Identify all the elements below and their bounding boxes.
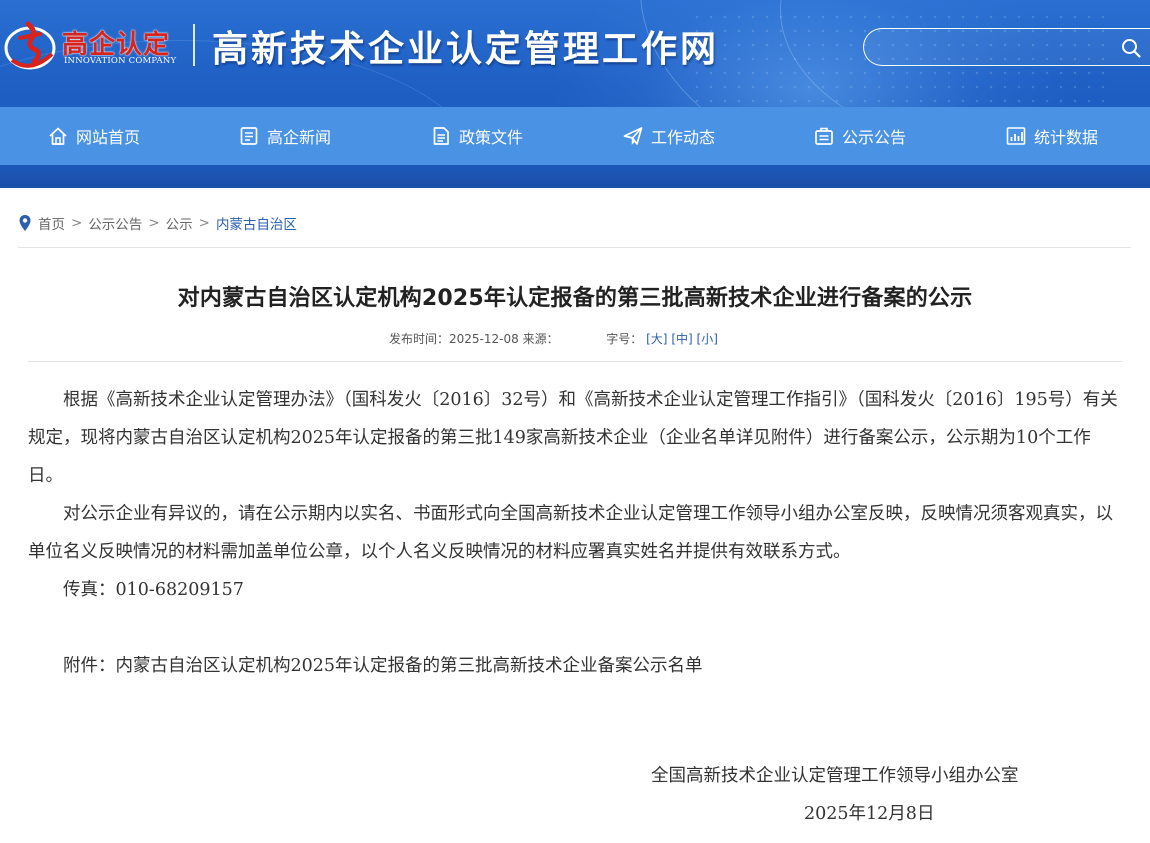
- font-size-label: 字号：: [606, 332, 643, 346]
- search-input[interactable]: [878, 35, 1108, 59]
- breadcrumb-link-notices[interactable]: 公示公告: [88, 213, 142, 233]
- article-title: 对内蒙古自治区认定机构2025年认定报备的第三批高新技术企业进行备案的公示: [177, 286, 973, 311]
- nav-item-home[interactable]: 网站首页: [47, 107, 140, 165]
- main-nav: 网站首页 高企新闻 政策文件 工作动态 公示公告 统计数据: [0, 107, 1150, 165]
- nav-item-label: 政策文件: [459, 128, 524, 147]
- news-icon: [240, 127, 258, 145]
- header-bottom-band: [0, 165, 1150, 188]
- logo-mark-icon: [4, 21, 56, 70]
- document-icon: [433, 127, 449, 145]
- nav-item-label: 高企新闻: [267, 128, 332, 147]
- breadcrumb-separator: >: [71, 215, 83, 231]
- article-body: 根据《高新技术企业认定管理办法》（国科发火〔2016〕32号）和《高新技术企业认…: [28, 381, 1122, 685]
- article-meta: 发布时间：2025-12-08 来源： 字号： [大] [中] [小]: [389, 330, 718, 347]
- divider: [18, 247, 1131, 248]
- logo-divider: [193, 24, 195, 66]
- breadcrumb-current[interactable]: 内蒙古自治区: [216, 213, 297, 233]
- breadcrumb-link-home[interactable]: 首页: [38, 213, 65, 233]
- divider: [28, 361, 1122, 362]
- fax-line: 传真：010-68209157: [63, 580, 244, 600]
- breadcrumb-link-publicity[interactable]: 公示: [166, 213, 193, 233]
- site-header: 高企认定 INNOVATION COMPANY 高新技术企业认定管理工作网 网站…: [0, 0, 1150, 188]
- paper-plane-icon: [623, 127, 643, 145]
- nav-item-work-updates[interactable]: 工作动态: [622, 107, 715, 165]
- nav-item-notices[interactable]: 公示公告: [813, 107, 906, 165]
- logo-english-text: INNOVATION COMPANY: [64, 56, 177, 66]
- sign-date: 2025年12月8日: [804, 804, 935, 824]
- breadcrumb: 首页 > 公示公告 > 公示 > 内蒙古自治区: [18, 212, 297, 234]
- article-paragraph: 对公示企业有异议的，请在公示期内以实名、书面形式向全国高新技术企业认定管理工作领…: [28, 504, 1113, 562]
- home-icon: [49, 127, 67, 145]
- location-pin-icon: [19, 215, 31, 231]
- attachment-link[interactable]: 附件：内蒙古自治区认定机构2025年认定报备的第三批高新技术企业备案公示名单: [28, 647, 1122, 685]
- font-size-small-button[interactable]: [小]: [697, 332, 718, 346]
- font-size-medium-button[interactable]: [中]: [671, 332, 692, 346]
- breadcrumb-separator: >: [198, 215, 210, 231]
- font-size-large-button[interactable]: [大]: [646, 332, 667, 346]
- nav-item-label: 工作动态: [651, 128, 716, 147]
- site-title: 高新技术企业认定管理工作网: [212, 28, 720, 70]
- nav-item-news[interactable]: 高企新闻: [238, 107, 331, 165]
- search-icon[interactable]: [1120, 37, 1142, 59]
- nav-item-label: 统计数据: [1034, 128, 1099, 147]
- nav-item-policy[interactable]: 政策文件: [430, 107, 523, 165]
- nav-item-label: 网站首页: [76, 128, 141, 147]
- nav-item-statistics[interactable]: 统计数据: [1005, 107, 1098, 165]
- signature: 全国高新技术企业认定管理工作领导小组办公室: [651, 766, 1019, 786]
- site-logo[interactable]: 高企认定 INNOVATION COMPANY: [2, 16, 180, 74]
- publish-date: 2025-12-08: [449, 332, 519, 346]
- chart-icon: [1006, 127, 1026, 145]
- notice-icon: [815, 127, 833, 145]
- nav-item-label: 公示公告: [842, 128, 907, 147]
- breadcrumb-separator: >: [148, 215, 160, 231]
- article-paragraph: 根据《高新技术企业认定管理办法》（国科发火〔2016〕32号）和《高新技术企业认…: [28, 390, 1118, 486]
- search-box: [863, 28, 1150, 66]
- source-label: 来源：: [522, 332, 559, 346]
- publish-label: 发布时间：: [389, 332, 450, 346]
